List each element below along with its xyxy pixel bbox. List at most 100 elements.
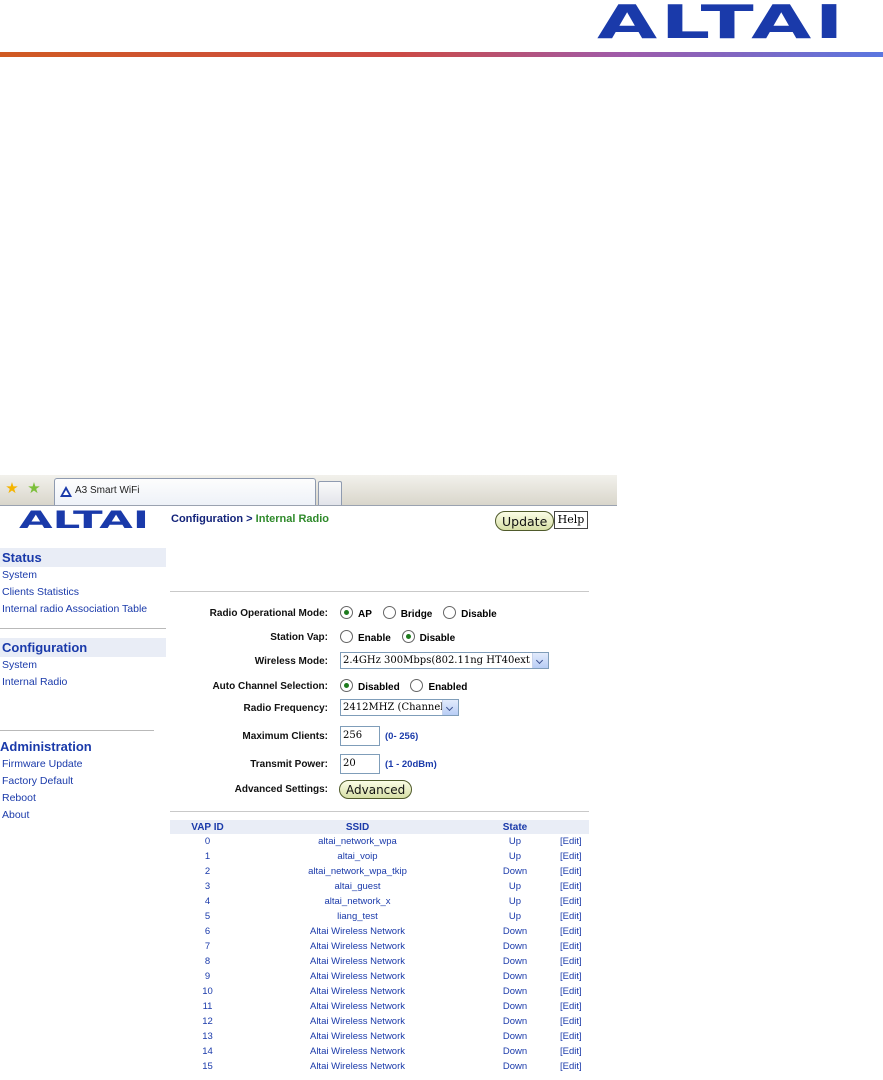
edit-link[interactable]: [Edit] xyxy=(560,849,589,864)
state-cell: Down xyxy=(502,1001,528,1012)
ssid-cell: Altai Wireless Network xyxy=(309,1046,406,1057)
state-cell: Down xyxy=(502,986,528,997)
radio-frequency-row: Radio Frequency: 2412MHZ (Channel 1) xyxy=(170,699,589,719)
nav-config-system[interactable]: System xyxy=(0,657,166,674)
radio-button-icon xyxy=(443,606,457,619)
nav-firmware-update[interactable]: Firmware Update xyxy=(0,756,166,773)
altai-logo: ALTAI xyxy=(597,2,847,40)
edit-link[interactable]: [Edit] xyxy=(560,1014,589,1029)
state-cell: Down xyxy=(502,956,528,967)
help-button[interactable]: Help xyxy=(554,511,588,529)
nav-internal-radio[interactable]: Internal Radio xyxy=(0,674,166,691)
radio-mode-ap[interactable]: AP xyxy=(340,606,372,620)
transmit-power-input[interactable]: 20 xyxy=(340,754,380,774)
edit-link[interactable]: [Edit] xyxy=(560,984,589,999)
state-cell: Up xyxy=(508,851,522,862)
nav-association-table[interactable]: Internal radio Association Table xyxy=(0,601,166,618)
ssid-cell: Altai Wireless Network xyxy=(309,926,406,937)
vap-id-cell: 7 xyxy=(204,941,211,952)
table-header-row: VAP ID SSID State xyxy=(170,820,589,834)
favorites-star-icon[interactable]: ★ xyxy=(4,481,20,497)
state-cell: Down xyxy=(502,971,528,982)
table-row: 12 Altai Wireless Network Down [Edit] xyxy=(170,1014,589,1029)
transmit-power-row: Transmit Power: 20 (1 - 20dBm) xyxy=(170,754,589,774)
wireless-mode-select[interactable]: 2.4GHz 300Mbps(802.11ng HT40ext ch+1) xyxy=(340,652,549,669)
browser-tab[interactable]: A3 Smart WiFi xyxy=(54,478,316,505)
edit-link[interactable]: [Edit] xyxy=(560,864,589,879)
station-vap-label: Station Vap: xyxy=(270,632,328,643)
station-vap-disable[interactable]: Disable xyxy=(401,630,455,644)
state-cell: Down xyxy=(502,1046,528,1057)
ssid-cell: Altai Wireless Network xyxy=(309,1016,406,1027)
edit-link[interactable]: [Edit] xyxy=(560,939,589,954)
edit-link[interactable]: [Edit] xyxy=(560,834,589,849)
nav-about[interactable]: About xyxy=(0,807,166,824)
add-favorite-icon[interactable]: ★ xyxy=(26,481,42,497)
auto-channel-enabled[interactable]: Enabled xyxy=(410,679,467,693)
nav-clients-statistics[interactable]: Clients Statistics xyxy=(0,584,166,601)
edit-link[interactable]: [Edit] xyxy=(560,954,589,969)
state-cell: Up xyxy=(508,911,522,922)
advanced-button[interactable]: Advanced xyxy=(339,780,413,799)
wireless-mode-label: Wireless Mode: xyxy=(254,656,328,667)
browser-tab-bar: ★ ★ A3 Smart WiFi xyxy=(0,475,617,506)
table-row: 13 Altai Wireless Network Down [Edit] xyxy=(170,1029,589,1044)
edit-link[interactable]: [Edit] xyxy=(560,909,589,924)
new-tab-button[interactable] xyxy=(318,481,342,505)
state-cell: Down xyxy=(502,1031,528,1042)
radio-button-icon xyxy=(382,606,396,619)
header-divider xyxy=(0,52,883,57)
radio-button-icon xyxy=(340,679,353,692)
breadcrumb-separator: > xyxy=(246,513,253,525)
radio-mode-bridge[interactable]: Bridge xyxy=(382,606,432,620)
edit-link[interactable]: [Edit] xyxy=(560,924,589,939)
update-button[interactable]: Update xyxy=(495,511,555,531)
edit-link[interactable]: [Edit] xyxy=(560,969,589,984)
table-row: 6 Altai Wireless Network Down [Edit] xyxy=(170,924,589,939)
wireless-mode-row: Wireless Mode: 2.4GHz 300Mbps(802.11ng H… xyxy=(170,652,589,672)
table-row: 8 Altai Wireless Network Down [Edit] xyxy=(170,954,589,969)
altai-logo-text: ALTAI xyxy=(597,2,847,40)
station-vap-row: Station Vap: Enable Disable xyxy=(170,628,589,648)
advanced-label: Advanced Settings: xyxy=(234,784,328,795)
configuration-section-title: Configuration xyxy=(0,638,166,657)
table-row: 0 altai_network_wpa Up [Edit] xyxy=(170,834,589,849)
state-cell: Down xyxy=(502,926,528,937)
radio-mode-options: AP Bridge Disable xyxy=(340,606,505,626)
content-divider xyxy=(170,591,589,592)
max-clients-input[interactable]: 256 xyxy=(340,726,380,746)
edit-link[interactable]: [Edit] xyxy=(560,1059,589,1074)
edit-link[interactable]: [Edit] xyxy=(560,894,589,909)
ssid-cell: Altai Wireless Network xyxy=(309,1061,406,1072)
max-clients-hint: (0- 256) xyxy=(385,730,419,742)
table-row: 4 altai_network_x Up [Edit] xyxy=(170,894,589,909)
edit-link[interactable]: [Edit] xyxy=(560,1044,589,1059)
column-header-ssid: SSID xyxy=(245,820,470,834)
column-header-actions xyxy=(560,820,589,834)
radio-button-icon xyxy=(401,630,415,643)
vap-id-cell: 3 xyxy=(204,881,211,892)
state-cell: Down xyxy=(502,866,528,877)
auto-channel-disabled[interactable]: Disabled xyxy=(340,679,400,693)
nav-status-system[interactable]: System xyxy=(0,567,166,584)
vap-id-cell: 0 xyxy=(204,836,211,847)
radio-button-icon xyxy=(340,606,353,619)
nav-reboot[interactable]: Reboot xyxy=(0,790,166,807)
chevron-down-icon xyxy=(532,653,548,668)
vap-id-cell: 5 xyxy=(204,911,211,922)
radio-button-icon xyxy=(340,630,353,643)
ssid-cell: altai_network_wpa xyxy=(318,836,397,847)
ssid-cell: altai_network_wpa_tkip xyxy=(308,866,407,877)
radio-mode-disable[interactable]: Disable xyxy=(443,606,497,620)
nav-factory-default[interactable]: Factory Default xyxy=(0,773,166,790)
edit-link[interactable]: [Edit] xyxy=(560,879,589,894)
app-logo-text: ALTAI xyxy=(19,510,149,530)
vap-table-body: 0 altai_network_wpa Up [Edit] 1 altai_voip Up [… xyxy=(170,834,589,1074)
edit-link[interactable]: [Edit] xyxy=(560,999,589,1014)
edit-link[interactable]: [Edit] xyxy=(560,1029,589,1044)
station-vap-enable[interactable]: Enable xyxy=(340,630,391,644)
station-vap-options: Enable Disable xyxy=(340,630,463,650)
radio-frequency-select[interactable]: 2412MHZ (Channel 1) xyxy=(340,699,459,716)
vap-table: VAP ID SSID State 0 altai_network_wpa Up [E… xyxy=(170,820,589,1074)
state-cell: Up xyxy=(508,881,522,892)
